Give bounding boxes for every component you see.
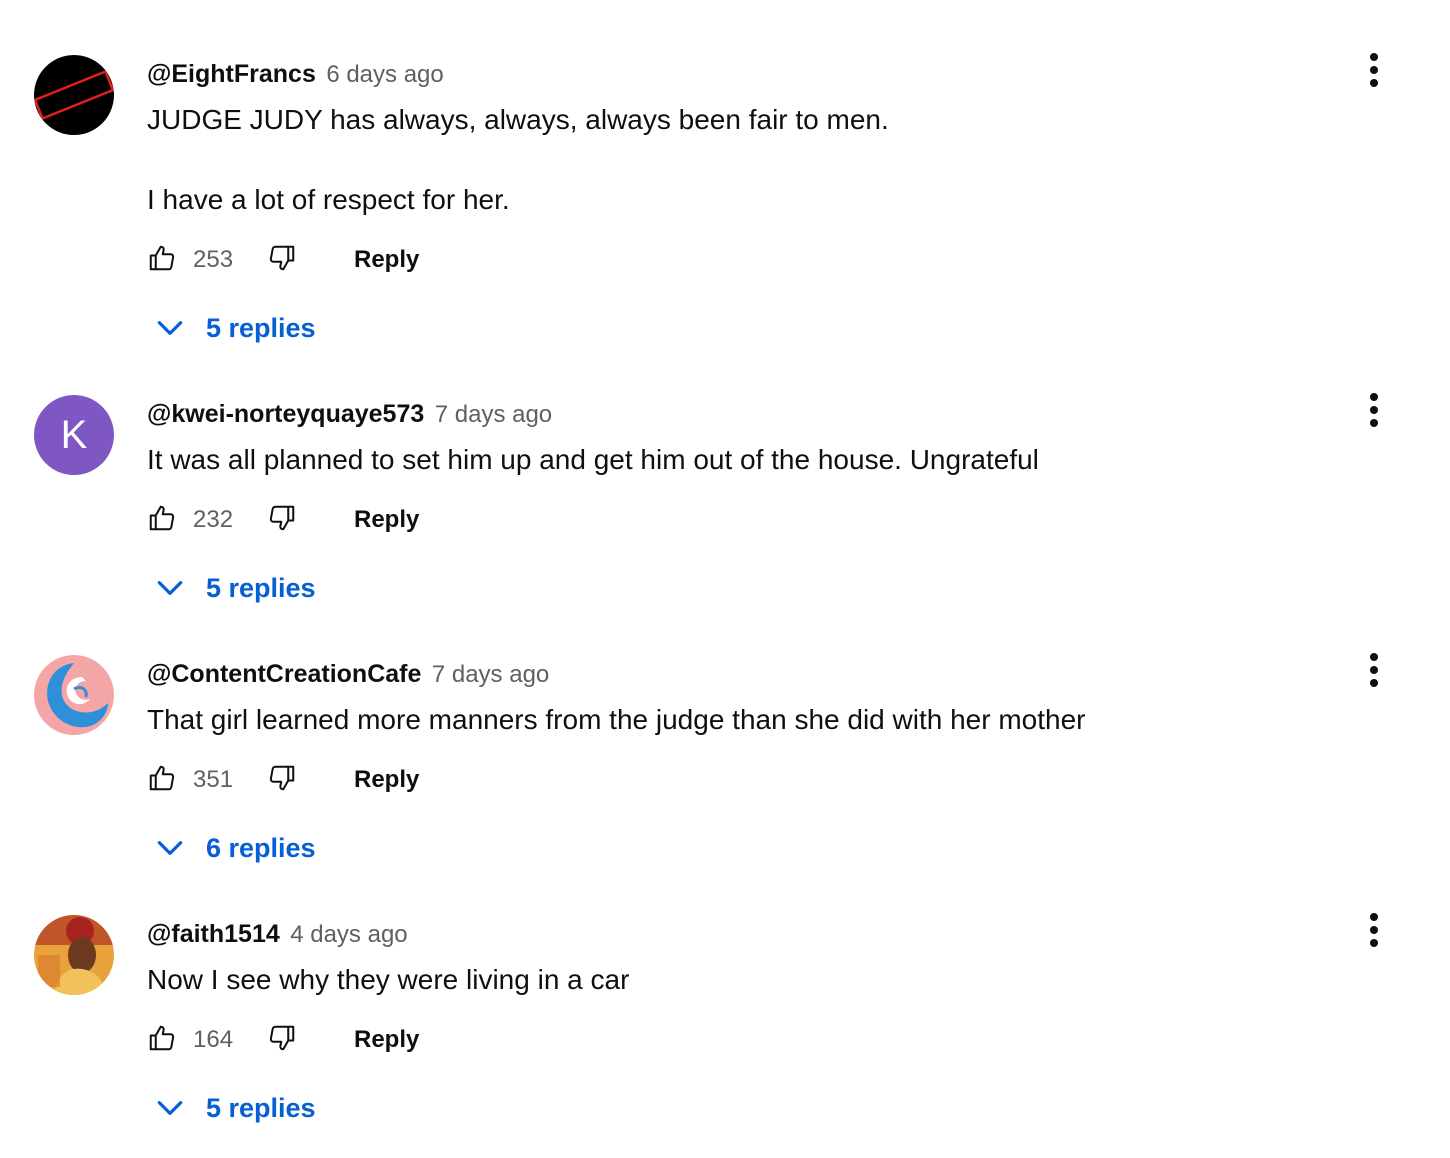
comment-actions: 164 Reply (145, 1020, 419, 1060)
comment-header: @faith1514 4 days ago (147, 918, 408, 954)
comment-menu-button[interactable] (1354, 392, 1394, 432)
author-name[interactable]: @faith1514 (147, 920, 280, 948)
comment-actions: 351 Reply (145, 760, 419, 800)
thumbs-down-icon (267, 503, 297, 538)
comment-text: JUDGE JUDY has always, always, always be… (147, 104, 889, 215)
like-count: 164 (193, 1026, 234, 1053)
like-button[interactable] (145, 243, 179, 277)
more-vertical-icon (1368, 912, 1380, 953)
author-name[interactable]: @kwei-norteyquaye573 (147, 400, 424, 428)
thumbs-down-icon (267, 243, 297, 278)
like-count: 232 (193, 506, 234, 533)
reply-button[interactable]: Reply (354, 766, 419, 794)
chevron-down-icon (150, 1088, 190, 1128)
avatar[interactable]: K (34, 395, 114, 475)
thumbs-up-icon (147, 763, 177, 798)
dislike-button[interactable] (265, 1023, 299, 1057)
like-button[interactable] (145, 503, 179, 537)
comment-timestamp[interactable]: 7 days ago (432, 661, 549, 688)
like-button[interactable] (145, 1023, 179, 1057)
comment-header: @EightFrancs 6 days ago (147, 58, 444, 94)
thumbs-up-icon (147, 1023, 177, 1058)
comment-thread: @EightFrancs 6 days ago JUDGE JUDY has a… (0, 0, 1450, 343)
comment-timestamp[interactable]: 4 days ago (290, 921, 407, 948)
more-vertical-icon (1368, 52, 1380, 93)
like-count: 253 (193, 246, 234, 273)
thumbs-up-icon (147, 243, 177, 278)
censored-avatar-image (34, 55, 114, 135)
author-name[interactable]: @ContentCreationCafe (147, 660, 421, 688)
more-vertical-icon (1368, 392, 1380, 433)
comment-text: It was all planned to set him up and get… (147, 444, 1039, 475)
illustration-avatar-image (34, 915, 114, 995)
comment-actions: 253 Reply (145, 240, 419, 280)
comment-thread: @ContentCreationCafe 7 days ago That gir… (0, 600, 1450, 863)
more-vertical-icon (1368, 652, 1380, 693)
comment-timestamp[interactable]: 7 days ago (435, 401, 552, 428)
view-replies-button[interactable]: 5 replies (150, 1088, 316, 1128)
thumbs-down-icon (267, 1023, 297, 1058)
avatar[interactable] (34, 655, 114, 735)
like-button[interactable] (145, 763, 179, 797)
comment-text: Now I see why they were living in a car (147, 964, 630, 995)
reply-button[interactable]: Reply (354, 506, 419, 534)
comment-text: That girl learned more manners from the … (147, 704, 1086, 735)
comment-thread: @faith1514 4 days ago Now I see why they… (0, 860, 1450, 1123)
comment-thread: K @kwei-norteyquaye573 7 days ago It was… (0, 340, 1450, 603)
avatar[interactable] (34, 915, 114, 995)
avatar-letter: K (34, 395, 114, 475)
replies-count-label: 5 replies (206, 312, 316, 343)
comment-menu-button[interactable] (1354, 652, 1394, 692)
cafe-logo-avatar-image (34, 655, 114, 735)
thumbs-up-icon (147, 503, 177, 538)
comment-header: @ContentCreationCafe 7 days ago (147, 658, 549, 694)
replies-count-label: 6 replies (206, 832, 316, 863)
comment-timestamp[interactable]: 6 days ago (326, 61, 443, 88)
reply-button[interactable]: Reply (354, 246, 419, 274)
replies-count-label: 5 replies (206, 572, 316, 603)
author-name[interactable]: @EightFrancs (147, 60, 316, 88)
comment-menu-button[interactable] (1354, 52, 1394, 92)
reply-button[interactable]: Reply (354, 1026, 419, 1054)
like-count: 351 (193, 766, 234, 793)
comment-header: @kwei-norteyquaye573 7 days ago (147, 398, 552, 434)
avatar[interactable] (34, 55, 114, 135)
dislike-button[interactable] (265, 763, 299, 797)
replies-count-label: 5 replies (206, 1092, 316, 1123)
dislike-button[interactable] (265, 243, 299, 277)
thumbs-down-icon (267, 763, 297, 798)
dislike-button[interactable] (265, 503, 299, 537)
comment-actions: 232 Reply (145, 500, 419, 540)
comment-menu-button[interactable] (1354, 912, 1394, 952)
